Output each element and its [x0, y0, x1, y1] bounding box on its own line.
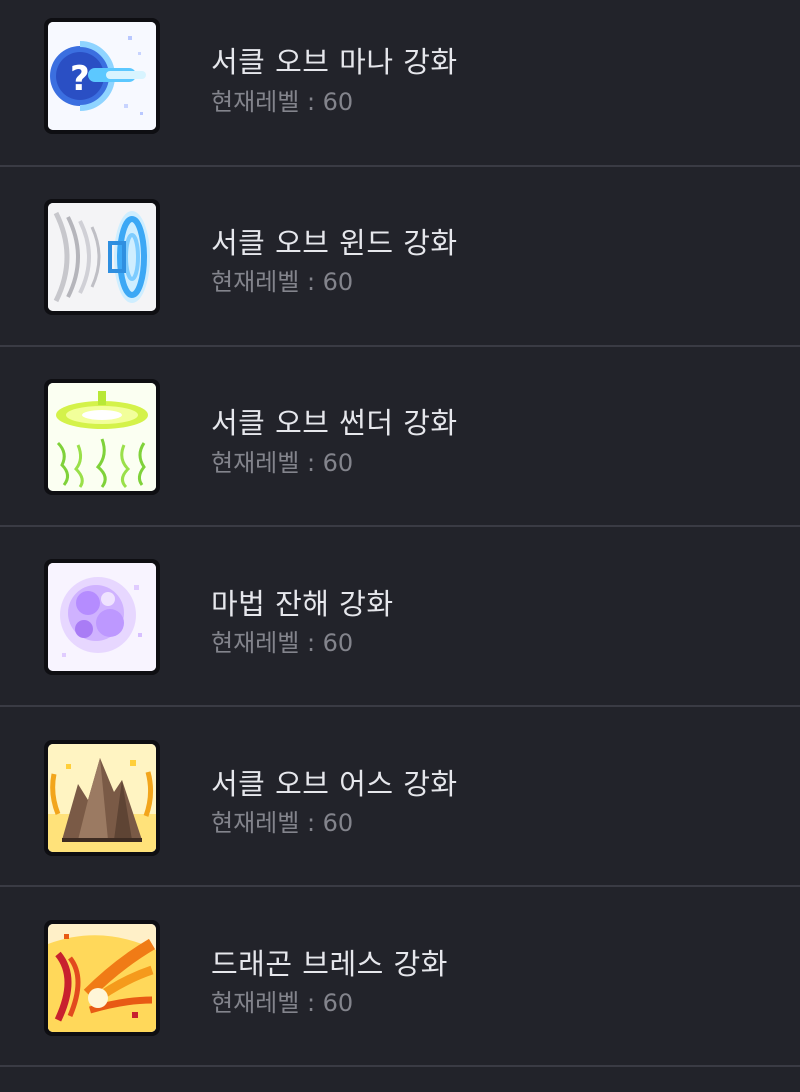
skill-name: 드래곤 브레스 강화 — [211, 947, 448, 981]
skill-row-magic-debris[interactable]: 마법 잔해 강화 현재레벨 : 60 — [0, 527, 800, 707]
skill-icon-frame — [44, 379, 160, 495]
skill-level: 현재레벨 : 60 — [211, 629, 354, 657]
skill-level: 현재레벨 : 60 — [211, 809, 354, 837]
skill-icon-frame — [44, 199, 160, 315]
skill-name: 서클 오브 마나 강화 — [211, 45, 458, 79]
skill-level: 현재레벨 : 60 — [211, 989, 354, 1017]
magic-debris-icon — [48, 563, 156, 671]
skill-row-circle-of-thunder[interactable]: 서클 오브 썬더 강화 현재레벨 : 60 — [0, 347, 800, 527]
circle-of-wind-icon — [48, 203, 156, 311]
skill-icon-frame: ? — [44, 18, 160, 134]
circle-of-thunder-icon — [48, 383, 156, 491]
skill-level: 현재레벨 : 60 — [211, 449, 354, 477]
skill-level: 현재레벨 : 60 — [211, 268, 354, 296]
skill-icon-frame — [44, 920, 160, 1036]
skill-icon-frame — [44, 740, 160, 856]
skill-row-circle-of-earth[interactable]: 서클 오브 어스 강화 현재레벨 : 60 — [0, 707, 800, 887]
svg-text:?: ? — [70, 59, 90, 99]
skill-list: ? 서클 오브 마나 강화 현재레벨 : 60 서클 오브 윈드 강화 현재레벨… — [0, 0, 800, 1092]
circle-of-mana-icon: ? — [48, 22, 156, 130]
skill-row-dragon-breath[interactable]: 드래곤 브레스 강화 현재레벨 : 60 — [0, 887, 800, 1067]
skill-name: 서클 오브 썬더 강화 — [211, 406, 458, 440]
skill-row-circle-of-mana[interactable]: ? 서클 오브 마나 강화 현재레벨 : 60 — [0, 0, 800, 167]
skill-name: 서클 오브 어스 강화 — [211, 767, 458, 801]
skill-row-circle-of-wind[interactable]: 서클 오브 윈드 강화 현재레벨 : 60 — [0, 167, 800, 347]
skill-icon-frame — [44, 559, 160, 675]
dragon-breath-icon — [48, 924, 156, 1032]
skill-name: 마법 잔해 강화 — [211, 587, 394, 621]
skill-level: 현재레벨 : 60 — [211, 88, 354, 116]
circle-of-earth-icon — [48, 744, 156, 852]
skill-name: 서클 오브 윈드 강화 — [211, 226, 458, 260]
